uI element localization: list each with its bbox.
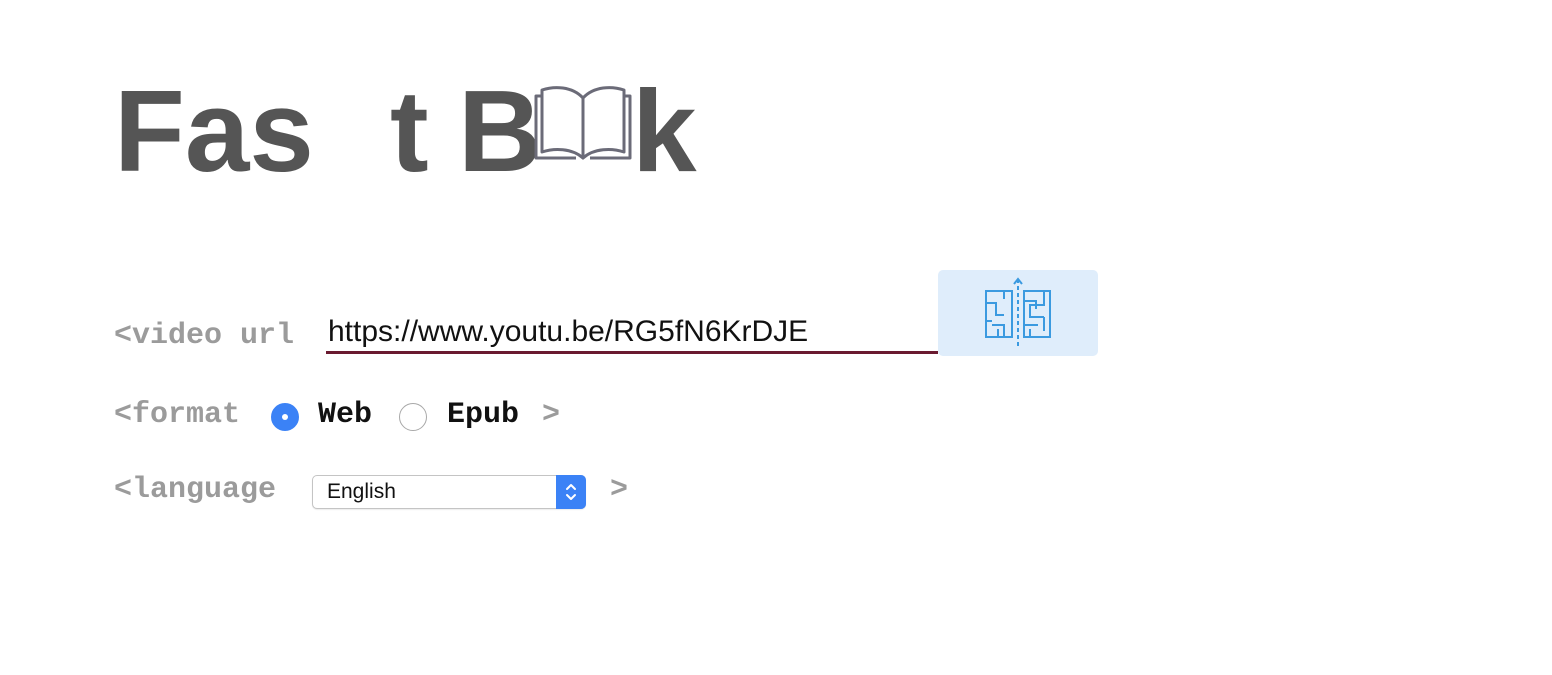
logo-text-k: k [632, 66, 697, 196]
language-select[interactable]: English [312, 475, 586, 509]
select-arrows-icon [556, 475, 586, 509]
format-label: <format [114, 398, 241, 432]
format-option-epub-label[interactable]: Epub [447, 395, 519, 435]
format-option-web-label[interactable]: Web [318, 395, 372, 435]
format-radio-epub[interactable] [399, 403, 427, 431]
video-url-label: <video url [114, 319, 295, 353]
app-logo: Fas t B k [114, 66, 734, 196]
format-closing-bracket: > [542, 398, 561, 432]
video-url-input[interactable] [326, 312, 938, 354]
language-closing-bracket: > [610, 473, 629, 507]
logo-text-b: B [458, 66, 542, 196]
submit-button[interactable] [938, 270, 1098, 356]
logo-text-t: t [390, 66, 429, 196]
language-label: <language [114, 473, 277, 507]
maze-icon [985, 277, 1051, 347]
format-radio-web[interactable] [271, 403, 299, 431]
logo-text-fas: Fas [114, 66, 314, 196]
open-book-icon [534, 86, 632, 160]
language-select-value: English [327, 480, 396, 503]
